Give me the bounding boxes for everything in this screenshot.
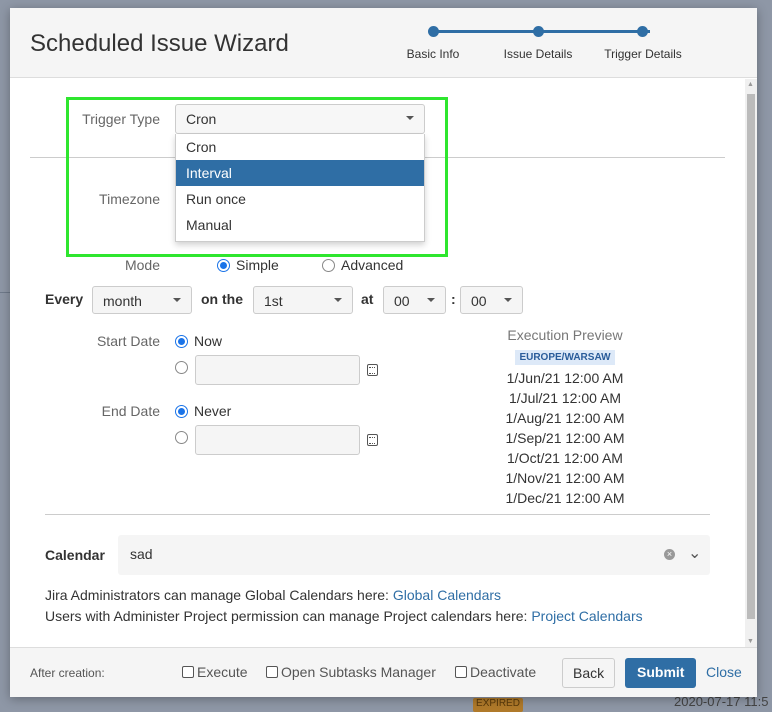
radio-unselected <box>175 431 188 444</box>
chevron-down-icon <box>173 298 181 302</box>
dialog-title: Scheduled Issue Wizard <box>30 30 289 57</box>
end-never-label: Never <box>194 403 232 419</box>
mode-simple-radio[interactable]: Simple <box>217 257 279 273</box>
close-button[interactable]: Close <box>696 658 752 688</box>
step-basic-info: Basic Info <box>406 47 460 61</box>
preview-date: 1/Jun/21 12:00 AM <box>506 370 624 386</box>
execute-checkbox[interactable]: Execute <box>182 664 248 680</box>
step-dot-basic-info <box>428 26 439 37</box>
step-dot-trigger-details <box>637 26 648 37</box>
after-creation-label: After creation: <box>30 666 105 680</box>
mode-simple-label: Simple <box>236 257 279 273</box>
at-label: at <box>361 291 374 307</box>
start-now-label: Now <box>194 333 223 349</box>
period-select[interactable]: month <box>92 286 192 314</box>
start-date-label: Start Date <box>96 333 160 349</box>
end-date-label: End Date <box>101 403 160 419</box>
open-subtasks-checkbox[interactable]: Open Subtasks Manager <box>266 664 436 680</box>
preview-date: 1/Jul/21 12:00 AM <box>508 390 622 406</box>
calendar-label: Calendar <box>45 547 105 563</box>
step-trigger-details: Trigger Details <box>604 47 682 61</box>
hour-select[interactable]: 00 <box>383 286 446 314</box>
highlight-box <box>66 97 448 257</box>
preview-date: 1/Dec/21 12:00 AM <box>505 490 625 506</box>
start-now-radio[interactable]: Now <box>175 333 222 349</box>
execution-preview-title: Execution Preview <box>507 327 623 343</box>
scroll-up-icon[interactable]: ▲ <box>747 81 754 88</box>
deactivate-checkbox[interactable]: Deactivate <box>455 664 536 680</box>
period-value: month <box>103 293 142 309</box>
mode-label: Mode <box>124 257 160 273</box>
start-date-input[interactable] <box>195 355 360 385</box>
preview-date: 1/Nov/21 12:00 AM <box>505 470 625 486</box>
chevron-down-icon[interactable]: ⌄ <box>688 543 701 563</box>
end-custom-radio[interactable] <box>175 429 194 445</box>
scrollbar[interactable]: ▲ ▼ <box>745 79 757 647</box>
calendar-select[interactable]: sad × ⌄ <box>118 535 710 575</box>
radio-unselected <box>175 361 188 374</box>
chevron-down-icon <box>427 298 435 302</box>
time-colon: : <box>451 291 456 307</box>
clear-icon[interactable]: × <box>664 549 675 560</box>
global-calendars-help: Jira Administrators can manage Global Ca… <box>45 587 501 603</box>
step-dot-issue-details <box>533 26 544 37</box>
timezone-label: Timezone <box>99 191 160 207</box>
checkbox <box>266 666 278 678</box>
mode-advanced-label: Advanced <box>341 257 404 273</box>
hour-value: 00 <box>394 293 410 309</box>
calendar-value: sad <box>130 546 153 562</box>
chevron-down-icon <box>334 298 342 302</box>
execution-preview: Execution Preview EUROPE/WARSAW 1/Jun/21… <box>480 327 650 508</box>
minute-value: 00 <box>471 293 487 309</box>
background-divider <box>0 292 10 293</box>
scheduled-issue-wizard-dialog: Scheduled Issue Wizard Basic Info Issue … <box>10 8 757 697</box>
chevron-down-icon <box>504 298 512 302</box>
checkbox <box>182 666 194 678</box>
day-select[interactable]: 1st <box>253 286 353 314</box>
calendar-icon[interactable] <box>367 364 378 376</box>
every-label: Every <box>45 291 84 307</box>
step-issue-details: Issue Details <box>503 47 573 61</box>
timezone-badge: EUROPE/WARSAW <box>515 350 615 365</box>
radio-selected <box>175 335 188 348</box>
scrollbar-thumb[interactable] <box>747 94 755 619</box>
project-calendars-help: Users with Administer Project permission… <box>45 608 643 624</box>
minute-select[interactable]: 00 <box>460 286 523 314</box>
on-the-label: on the <box>201 291 243 307</box>
help-text: Users with Administer Project permission… <box>45 608 532 624</box>
global-calendars-link[interactable]: Global Calendars <box>393 587 501 603</box>
radio-selected <box>175 405 188 418</box>
day-value: 1st <box>264 293 283 309</box>
end-date-input[interactable] <box>195 425 360 455</box>
dialog-footer: After creation: Execute Open Subtasks Ma… <box>10 647 757 697</box>
background-status-badge: EXPIRED <box>473 698 523 712</box>
checkbox <box>455 666 467 678</box>
dialog-body: Trigger Type Cron Cron Interval Run once… <box>10 79 757 647</box>
divider <box>45 514 710 515</box>
preview-date: 1/Sep/21 12:00 AM <box>505 430 625 446</box>
help-text: Jira Administrators can manage Global Ca… <box>45 587 393 603</box>
execute-label: Execute <box>197 664 248 680</box>
project-calendars-link[interactable]: Project Calendars <box>531 608 642 624</box>
scroll-down-icon[interactable]: ▼ <box>747 638 754 645</box>
progress-line <box>438 30 650 33</box>
mode-advanced-radio[interactable]: Advanced <box>322 257 403 273</box>
dialog-header: Scheduled Issue Wizard Basic Info Issue … <box>10 8 757 78</box>
open-subtasks-label: Open Subtasks Manager <box>281 664 436 680</box>
start-custom-radio[interactable] <box>175 359 194 375</box>
calendar-icon[interactable] <box>367 434 378 446</box>
radio-unselected <box>322 259 335 272</box>
preview-date: 1/Oct/21 12:00 AM <box>507 450 623 466</box>
submit-button[interactable]: Submit <box>625 658 697 688</box>
end-never-radio[interactable]: Never <box>175 403 231 419</box>
radio-selected <box>217 259 230 272</box>
deactivate-label: Deactivate <box>470 664 537 680</box>
preview-date: 1/Aug/21 12:00 AM <box>505 410 625 426</box>
back-button[interactable]: Back <box>562 658 616 688</box>
wizard-progress: Basic Info Issue Details Trigger Details <box>400 26 700 76</box>
